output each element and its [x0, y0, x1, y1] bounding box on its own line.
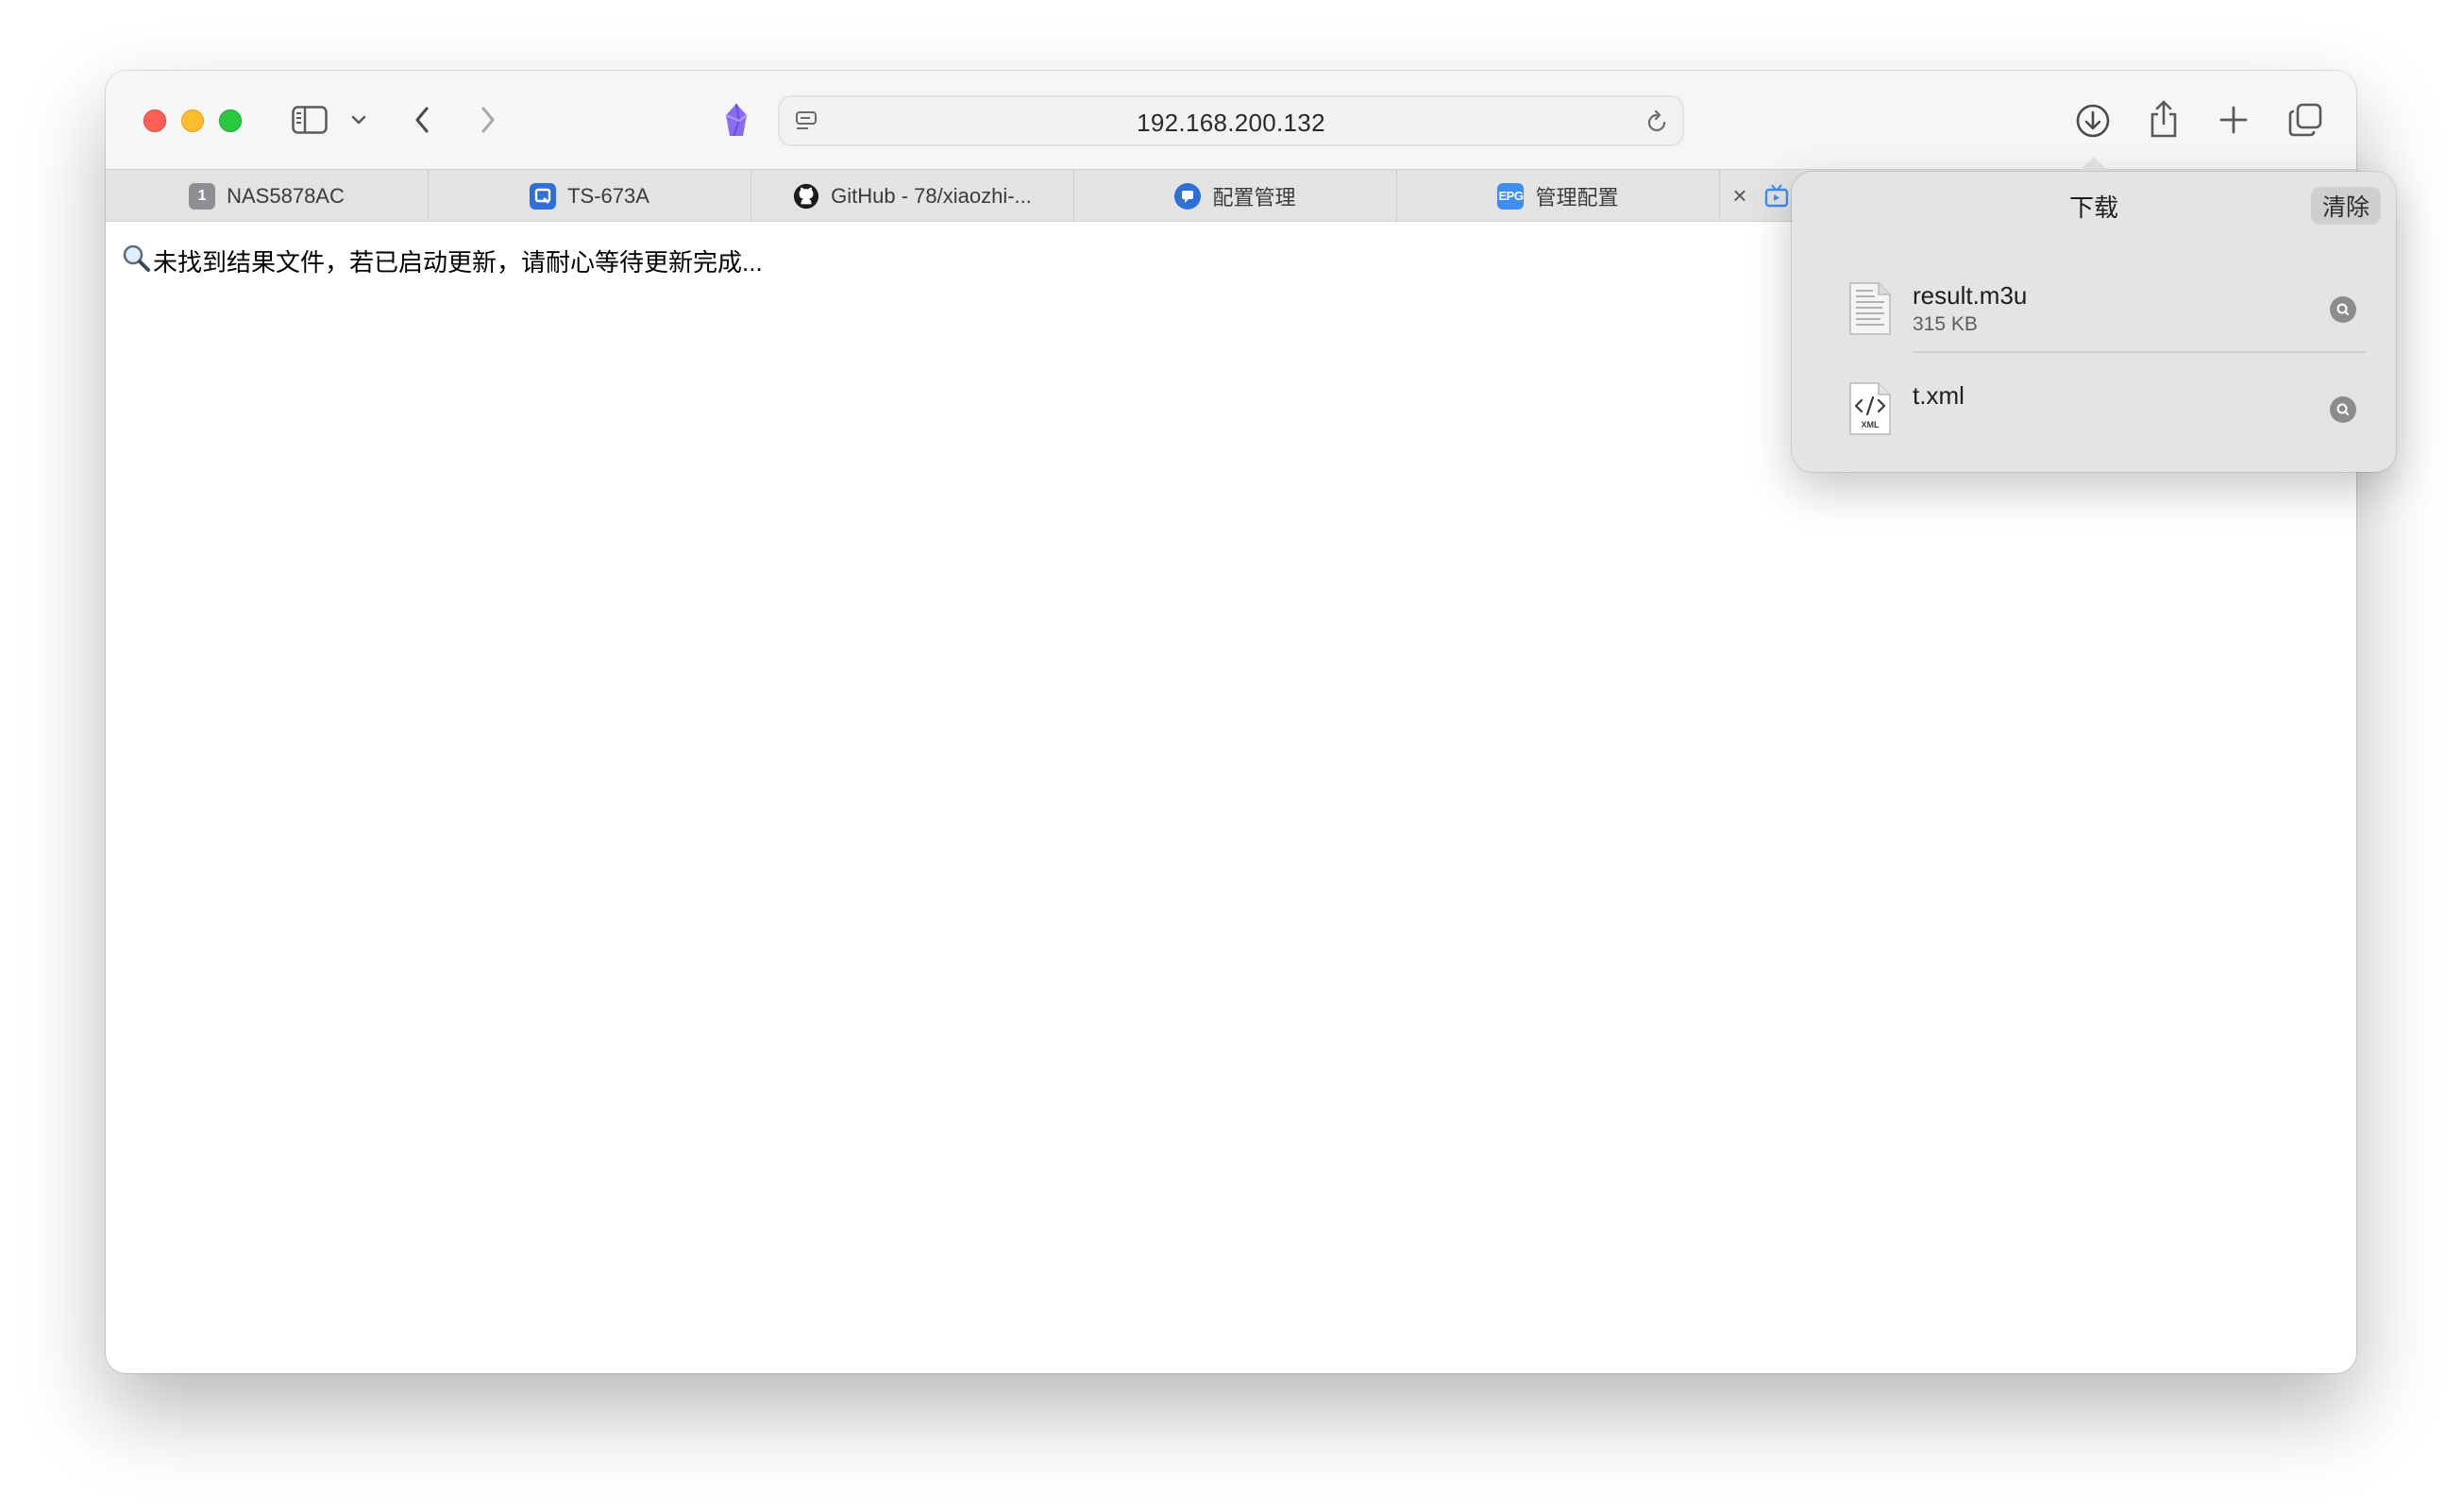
tab-label: 配置管理	[1212, 185, 1296, 210]
magnifier-icon	[121, 243, 151, 279]
close-window-button[interactable]	[143, 109, 166, 132]
url-text[interactable]: 192.168.200.132	[780, 109, 1682, 138]
downloads-title: 下载	[2068, 193, 2118, 222]
zoom-window-button[interactable]	[219, 109, 242, 132]
tab-config-manage[interactable]: 配置管理	[1074, 170, 1397, 222]
tv-favicon-icon[interactable]	[1763, 183, 1790, 210]
nas-favicon-icon: 1	[189, 182, 216, 210]
extension-icon[interactable]	[717, 101, 755, 141]
tab-overview-icon[interactable]	[2286, 101, 2324, 139]
github-favicon-icon	[793, 183, 819, 210]
status-message-text: 未找到结果文件，若已启动更新，请耐心等待更新完成...	[153, 248, 763, 277]
xml-badge: XML	[1862, 420, 1880, 429]
sidebar-toggle-icon[interactable]	[291, 105, 329, 135]
tab-label: 管理配置	[1535, 185, 1619, 210]
tab-label: TS-673A	[567, 183, 649, 208]
address-bar[interactable]: 192.168.200.132	[778, 95, 1684, 146]
desktop-background: 192.168.200.132 1 NAS5878AC TS-673A GitH…	[0, 0, 2462, 1512]
forward-icon[interactable]	[474, 103, 502, 137]
close-tab-icon[interactable]: ×	[1726, 181, 1754, 210]
downloads-icon[interactable]	[2073, 101, 2113, 141]
toolbar: 192.168.200.132	[106, 71, 2356, 169]
tab-label: GitHub - 78/xiaozhi-...	[831, 183, 1032, 208]
download-item-t-xml[interactable]: XML t.xml	[1848, 374, 2364, 459]
reveal-in-finder-icon[interactable]	[2330, 396, 2356, 423]
downloads-popover: 下载 清除 result.m3u 315 KB XML t.xml	[1792, 172, 2396, 472]
download-filesize: 315 KB	[1913, 313, 1978, 335]
document-icon	[1848, 281, 1892, 336]
qnap-favicon-icon	[530, 182, 557, 210]
clear-downloads-button[interactable]: 清除	[2310, 187, 2381, 225]
share-icon[interactable]	[2145, 97, 2183, 141]
tab-github[interactable]: GitHub - 78/xiaozhi-...	[751, 170, 1074, 222]
divider	[1913, 351, 2366, 353]
back-icon[interactable]	[408, 103, 436, 137]
new-tab-icon[interactable]	[2217, 103, 2251, 137]
tab-nas5878ac[interactable]: 1 NAS5878AC	[106, 170, 429, 222]
xml-file-icon: XML	[1848, 381, 1892, 436]
chevron-down-icon[interactable]	[347, 109, 370, 131]
tab-label: NAS5878AC	[227, 183, 345, 208]
minimize-window-button[interactable]	[181, 109, 204, 132]
download-filename: result.m3u	[1913, 281, 2028, 310]
download-item-result-m3u[interactable]: result.m3u 315 KB	[1848, 274, 2364, 359]
chat-favicon-icon	[1174, 182, 1202, 210]
download-filename: t.xml	[1913, 381, 1965, 410]
reload-icon[interactable]	[1643, 109, 1671, 137]
tab-ts-673a[interactable]: TS-673A	[429, 170, 751, 222]
reveal-in-finder-icon[interactable]	[2330, 296, 2356, 323]
tab-manage-config[interactable]: EPG 管理配置	[1397, 170, 1720, 222]
epg-favicon-icon: EPG	[1497, 182, 1525, 210]
status-message: 未找到结果文件，若已启动更新，请耐心等待更新完成...	[121, 243, 763, 279]
